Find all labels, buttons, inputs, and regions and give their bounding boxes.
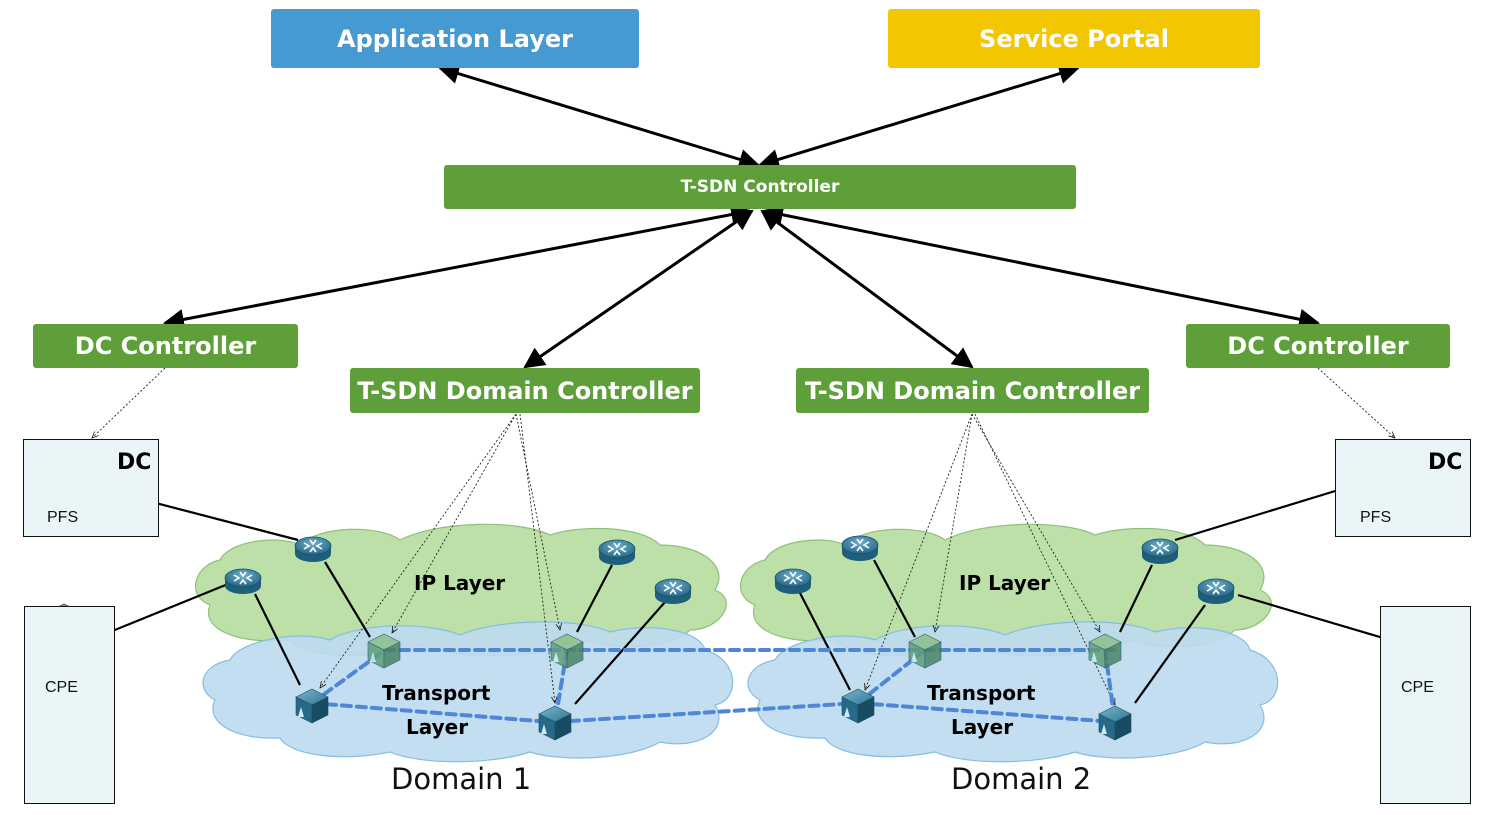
domain-2-label: Domain 2 [951, 762, 1092, 796]
sdn-architecture-diagram: Application Layer Service Portal T-SDN C… [0, 0, 1496, 815]
cpe-site-right [1380, 606, 1471, 804]
link-tsdn-to-domain1 [523, 209, 754, 369]
router-icon[interactable] [224, 568, 262, 594]
diagram-canvas [31, 63, 1458, 777]
ip-layer-label-domain-1: IP Layer [414, 571, 506, 595]
router-icon[interactable] [654, 578, 692, 604]
domain-controller-1-label: T-SDN Domain Controller [357, 376, 693, 405]
domain-controller-2-label: T-SDN Domain Controller [804, 376, 1141, 405]
dc-controller-right-label: DC Controller [1227, 332, 1409, 360]
control-links [162, 63, 1321, 369]
link-app-to-tsdn [437, 63, 761, 170]
application-layer-label: Application Layer [337, 24, 573, 53]
router-icon[interactable] [1197, 578, 1235, 604]
dc-site-left-title: DC [117, 450, 152, 475]
link-tsdn-to-dc-left [162, 204, 753, 330]
link-tsdn-to-domain2 [760, 209, 974, 369]
cpe-left-label: CPE [45, 679, 78, 696]
router-icon[interactable] [598, 539, 636, 565]
layer-label-domain-2: Layer [951, 715, 1014, 739]
dc-controller-right-box[interactable]: DC Controller [1186, 324, 1450, 368]
tsdn-controller-box[interactable]: T-SDN Controller [444, 165, 1076, 209]
dc-controller-left-box[interactable]: DC Controller [33, 324, 298, 368]
router-icon[interactable] [841, 535, 879, 561]
link-portal-to-tsdn [757, 63, 1081, 170]
pfs-right-label: PFS [1360, 509, 1392, 526]
router-icon[interactable] [1141, 538, 1179, 564]
domain-controller-1-box[interactable]: T-SDN Domain Controller [350, 368, 700, 413]
domain-controller-2-box[interactable]: T-SDN Domain Controller [796, 368, 1149, 413]
layer-label-domain-1: Layer [406, 715, 469, 739]
pfs-left-label: PFS [47, 509, 79, 526]
service-portal-label: Service Portal [979, 24, 1169, 53]
cpe-site-left [24, 606, 115, 804]
dc-site-right-title: DC [1428, 450, 1463, 475]
router-icon[interactable] [294, 536, 332, 562]
domain-1-label: Domain 1 [391, 762, 532, 796]
link-tsdn-to-dc-right [761, 204, 1321, 330]
transport-label-domain-1: Transport [382, 681, 491, 705]
application-layer-box[interactable]: Application Layer [271, 9, 639, 68]
service-portal-box[interactable]: Service Portal [888, 9, 1260, 68]
cpe-right-label: CPE [1401, 679, 1434, 696]
dc-controller-left-label: DC Controller [74, 332, 257, 360]
tsdn-controller-label: T-SDN Controller [680, 177, 840, 197]
transport-label-domain-2: Transport [927, 681, 1036, 705]
router-icon[interactable] [774, 568, 812, 594]
ip-layer-label-domain-2: IP Layer [959, 571, 1051, 595]
